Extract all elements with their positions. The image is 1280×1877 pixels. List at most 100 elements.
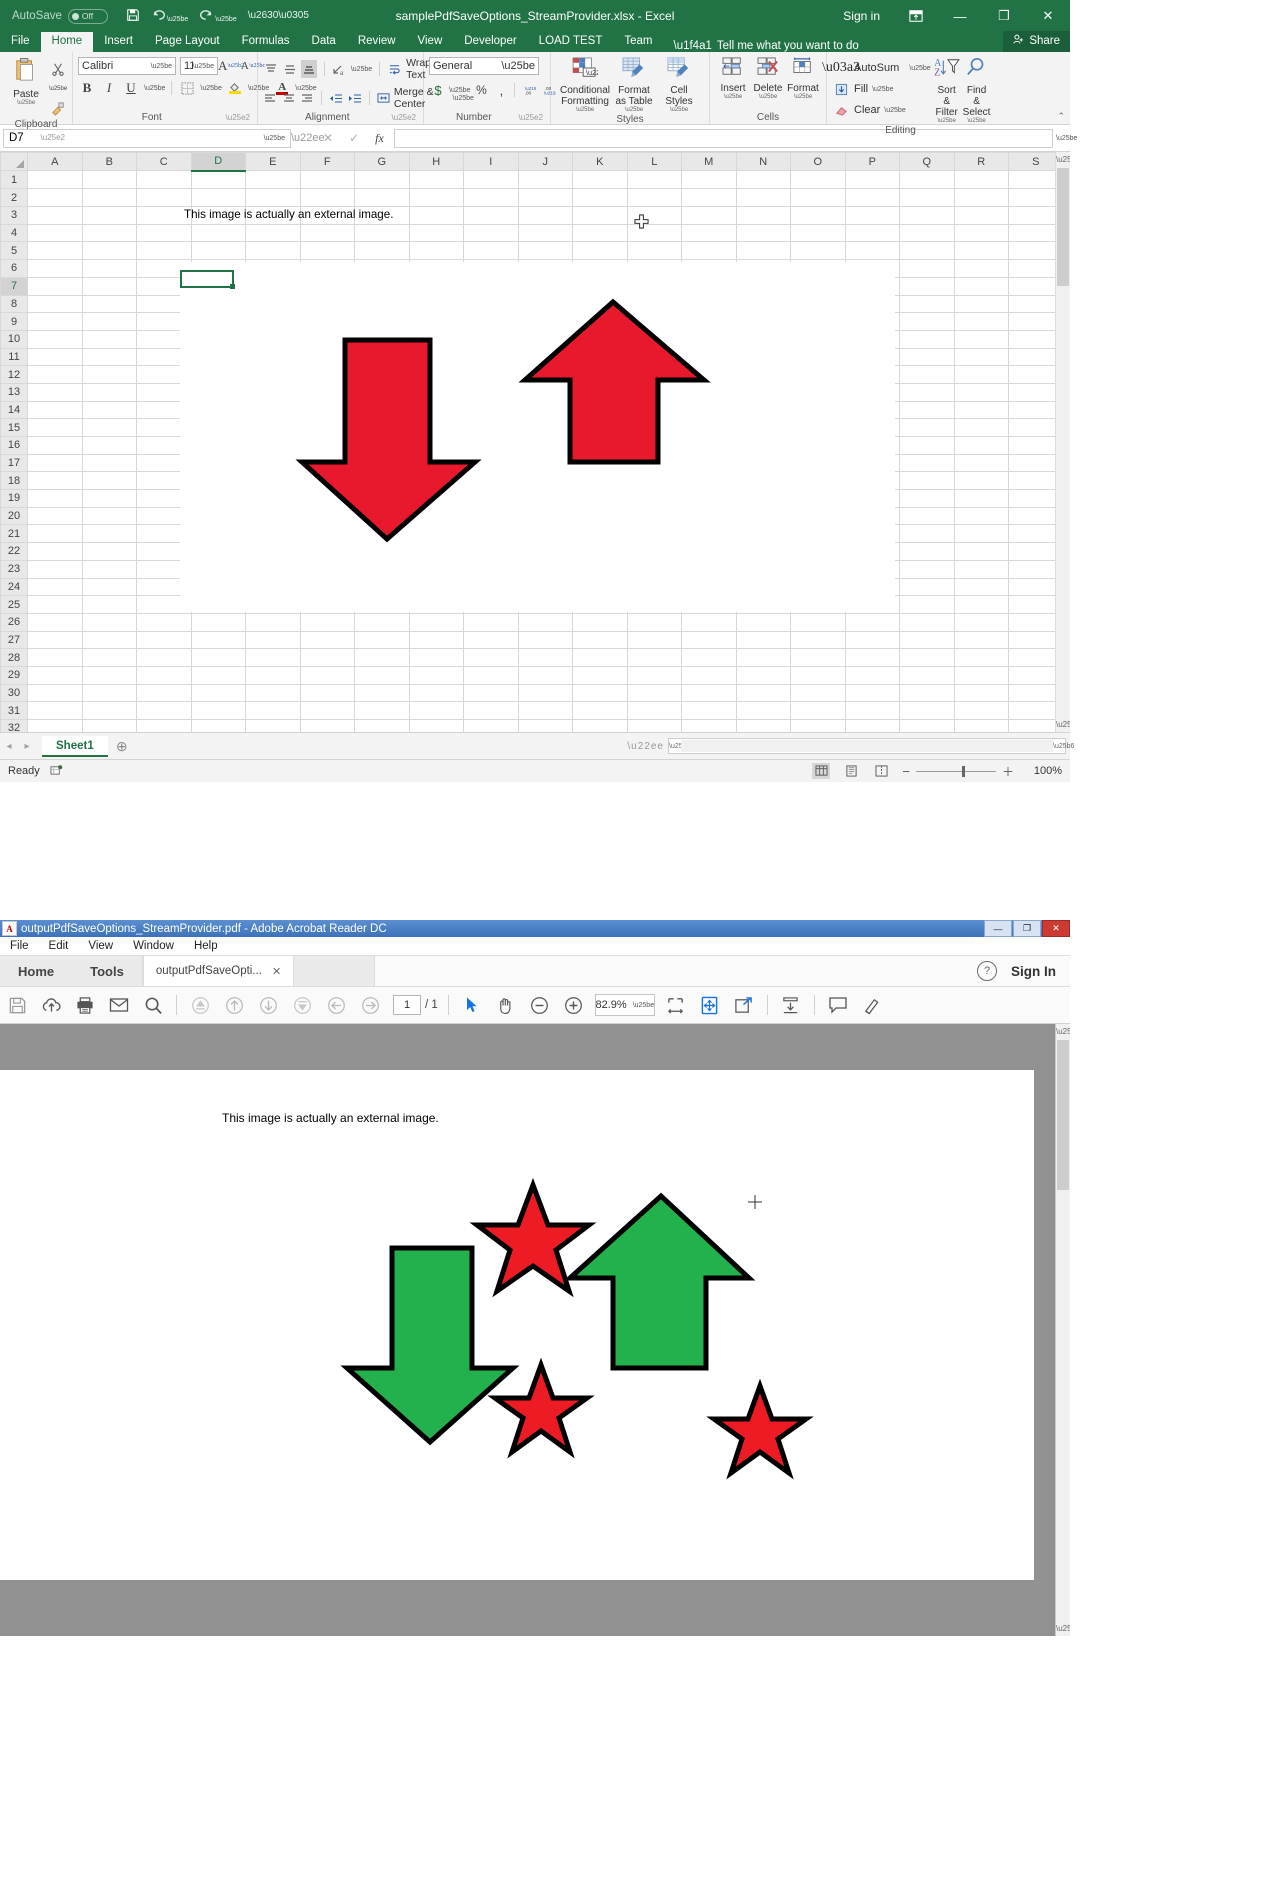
- grid-cell[interactable]: [190, 188, 246, 208]
- zoom-rail[interactable]: [915, 765, 996, 777]
- grid-cell[interactable]: [463, 683, 519, 703]
- grid-cell[interactable]: [463, 223, 519, 243]
- grid-cell[interactable]: [790, 665, 846, 685]
- fill-dropdown-icon[interactable]: \u25be: [872, 86, 893, 93]
- grid-cell[interactable]: [681, 241, 737, 261]
- collapse-ribbon-icon[interactable]: ⌃: [1057, 111, 1065, 122]
- tab-data[interactable]: Data: [301, 32, 347, 52]
- sheet-split-handle[interactable]: \u22ee: [627, 741, 664, 752]
- fill-color-icon[interactable]: [226, 79, 244, 97]
- alignment-dialog-launcher[interactable]: \u25e2: [392, 111, 416, 124]
- grid-cell[interactable]: [953, 489, 1009, 508]
- grid-cell[interactable]: [136, 719, 192, 732]
- grid-cell[interactable]: [953, 418, 1009, 437]
- grid-cell[interactable]: [81, 719, 137, 732]
- grid-cell[interactable]: [81, 259, 137, 278]
- fill-button[interactable]: Fill \u25be: [832, 80, 931, 98]
- grid-cell[interactable]: [953, 471, 1009, 491]
- comment-icon[interactable]: [821, 992, 855, 1018]
- grid-cell[interactable]: [735, 241, 791, 261]
- view-normal-button[interactable]: [812, 763, 831, 779]
- grid-cell[interactable]: [136, 241, 192, 261]
- grid-cell[interactable]: [299, 630, 355, 650]
- grid-cell[interactable]: [299, 648, 355, 667]
- embedded-picture[interactable]: [180, 262, 895, 612]
- grid-cell[interactable]: [408, 223, 464, 243]
- tab-file[interactable]: File: [0, 32, 41, 52]
- grid-cell[interactable]: [899, 612, 955, 632]
- grid-cell[interactable]: [81, 577, 137, 597]
- grid-cell[interactable]: [245, 683, 301, 703]
- autosum-dropdown-icon[interactable]: \u25be: [909, 65, 930, 72]
- row-header-30[interactable]: 30: [0, 683, 28, 703]
- grid-cell[interactable]: [517, 630, 573, 650]
- bold-button[interactable]: B: [78, 79, 96, 97]
- insert-function-icon[interactable]: fx: [375, 131, 384, 146]
- row-header-18[interactable]: 18: [0, 471, 28, 491]
- grid-cell[interactable]: [81, 471, 137, 491]
- pdf-page[interactable]: This image is actually an external image…: [0, 1070, 1034, 1580]
- format-as-table-button[interactable]: Format as Table \u25be: [612, 57, 656, 113]
- column-header-M[interactable]: M: [681, 152, 737, 172]
- grid-cell[interactable]: [899, 259, 955, 278]
- row-header-1[interactable]: 1: [0, 170, 28, 190]
- font-name-select[interactable]: Calibri \u25be: [78, 57, 176, 75]
- grid-cell[interactable]: [27, 719, 83, 732]
- grid-cell[interactable]: [81, 595, 137, 614]
- grid-cell[interactable]: [844, 241, 900, 261]
- grid-cell[interactable]: [299, 719, 355, 732]
- macro-record-icon[interactable]: [50, 764, 63, 779]
- grid-cell[interactable]: [899, 276, 955, 296]
- previous-page-icon[interactable]: [217, 992, 251, 1018]
- row-header-21[interactable]: 21: [0, 524, 28, 544]
- grid-cell[interactable]: [899, 701, 955, 720]
- grid-cell[interactable]: [626, 241, 682, 261]
- grid-cell[interactable]: [735, 170, 791, 190]
- grid-cell[interactable]: [245, 719, 301, 732]
- grid-cell[interactable]: [245, 701, 301, 720]
- grid-cell[interactable]: [81, 206, 137, 225]
- sheet-tab-sheet1[interactable]: Sheet1: [42, 735, 108, 757]
- share-button[interactable]: Share: [1003, 31, 1070, 52]
- email-icon[interactable]: [102, 992, 136, 1018]
- grid-cell[interactable]: [844, 188, 900, 208]
- column-header-Q[interactable]: Q: [899, 152, 955, 172]
- grid-cell[interactable]: [735, 701, 791, 720]
- grid-cell[interactable]: [408, 648, 464, 667]
- grid-cell[interactable]: [735, 683, 791, 703]
- cell-styles-button[interactable]: Cell Styles \u25be: [660, 57, 698, 113]
- grid-cell[interactable]: [81, 241, 137, 261]
- grid-cell[interactable]: [681, 170, 737, 190]
- grid-cell[interactable]: [81, 294, 137, 314]
- undo-icon[interactable]: \u25be: [151, 9, 188, 23]
- grid-cell[interactable]: [81, 506, 137, 526]
- grid-cell[interactable]: [27, 347, 83, 367]
- conditional-formatting-button[interactable]: \u2260 Conditional Formatting \u25be: [560, 57, 610, 113]
- tab-home[interactable]: Home: [40, 32, 94, 52]
- grid-cell[interactable]: [735, 665, 791, 685]
- grid-cell[interactable]: [190, 701, 246, 720]
- grid-cell[interactable]: [953, 365, 1009, 384]
- zoom-level-select[interactable]: 82.9% \u25be: [594, 994, 655, 1016]
- grid-cell[interactable]: [517, 223, 573, 243]
- grid-cell[interactable]: [81, 276, 137, 296]
- hand-tool-icon[interactable]: [489, 992, 523, 1018]
- grid-cell[interactable]: [354, 188, 410, 208]
- grid-cell[interactable]: [899, 648, 955, 667]
- grid-cell[interactable]: [899, 595, 955, 614]
- grid-cell[interactable]: [899, 577, 955, 597]
- grid-cell[interactable]: [517, 665, 573, 685]
- grid-cell[interactable]: [681, 648, 737, 667]
- grid-cell[interactable]: [953, 630, 1009, 650]
- grid-cell[interactable]: [408, 683, 464, 703]
- column-header-C[interactable]: C: [136, 152, 192, 172]
- autosum-button[interactable]: \u03a3 AutoSum \u25be: [822, 59, 931, 77]
- tab-review[interactable]: Review: [347, 32, 407, 52]
- column-header-R[interactable]: R: [953, 152, 1009, 172]
- grid-cell[interactable]: [299, 683, 355, 703]
- grid-cell[interactable]: [953, 453, 1009, 473]
- acrobat-close-button[interactable]: ✕: [1042, 920, 1070, 937]
- align-bottom-icon[interactable]: [301, 60, 317, 78]
- row-header-7[interactable]: 7: [0, 276, 28, 296]
- grid-cell[interactable]: [81, 453, 137, 473]
